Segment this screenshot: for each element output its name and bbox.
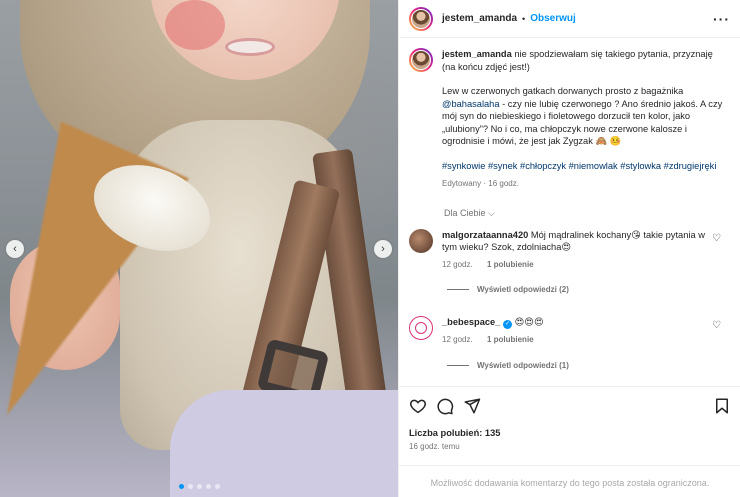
caption-mention-link[interactable]: @bahasalaha: [442, 99, 500, 109]
comment-time: 12 godz.: [442, 259, 473, 269]
bookmark-icon[interactable]: [713, 397, 731, 418]
comment-item: _bebespace_ ✓ 😍😍😍 12 godz. 1 polubienie …: [409, 316, 729, 347]
share-send-icon[interactable]: [463, 397, 481, 418]
caption-text: jestem_amanda nie spodziewałam się takie…: [442, 48, 727, 191]
commenter-username[interactable]: malgorzataanna420: [442, 230, 528, 240]
comment-filter-dropdown[interactable]: Dla Ciebie ⌵: [444, 208, 729, 219]
post-actions: Liczba polubień: 135 16 godz. temu: [399, 386, 740, 451]
image-blanket: [170, 390, 398, 497]
caption-username[interactable]: jestem_amanda: [442, 49, 512, 59]
comment-text: 😍😍😍: [514, 317, 544, 327]
commenter-avatar[interactable]: [409, 316, 433, 340]
verified-badge-icon: ✓: [503, 320, 512, 329]
view-replies-button[interactable]: Wyświetl odpowiedzi (2): [447, 285, 729, 294]
heart-icon[interactable]: ♡: [712, 320, 721, 331]
post-header: jestem_amanda • Obserwuj ···: [399, 0, 740, 38]
image-mouth: [225, 38, 275, 56]
heart-icon[interactable]: ♡: [712, 233, 721, 244]
slide-dot: [187, 484, 193, 489]
comment-bubble-icon[interactable]: [436, 397, 454, 418]
comment-likes[interactable]: 1 polubienie: [487, 335, 534, 344]
slide-indicator: [0, 484, 398, 489]
slide-dot-active: [178, 484, 184, 489]
slide-dot: [205, 484, 211, 489]
next-slide-button[interactable]: ›: [374, 240, 392, 258]
image-cheek: [165, 0, 225, 50]
post-side-panel: jestem_amanda • Obserwuj ··· jestem_aman…: [398, 0, 740, 497]
caption-edited: Edytowany · 16 godz.: [442, 179, 519, 188]
chevron-left-icon: ‹: [13, 242, 17, 255]
comments-section[interactable]: jestem_amanda nie spodziewałam się takie…: [399, 38, 740, 386]
comment-likes[interactable]: 1 polubienie: [487, 260, 534, 269]
slide-dot: [214, 484, 220, 489]
view-replies-button[interactable]: Wyświetl odpowiedzi (1): [447, 361, 729, 370]
commenter-username[interactable]: _bebespace_: [442, 317, 500, 327]
prev-slide-button[interactable]: ‹: [6, 240, 24, 258]
caption-hashtags[interactable]: #synkowie #synek #chłopczyk #niemowlak #…: [442, 160, 727, 173]
header-separator: •: [522, 13, 526, 24]
like-heart-icon[interactable]: [409, 397, 427, 418]
comment-item: malgorzataanna420 Mój mądralinek kochany…: [409, 228, 729, 272]
caption-line-2a: Lew w czerwonych gatkach dorwanych prost…: [442, 86, 684, 96]
comment-time: 12 godz.: [442, 335, 473, 344]
chevron-right-icon: ›: [381, 242, 385, 255]
likes-count[interactable]: Liczba polubień: 135: [409, 428, 731, 438]
commenter-avatar[interactable]: [409, 228, 433, 253]
caption: jestem_amanda nie spodziewałam się takie…: [409, 48, 729, 191]
caption-avatar[interactable]: [409, 48, 433, 72]
author-username[interactable]: jestem_amanda: [442, 13, 517, 24]
more-options-icon[interactable]: ···: [713, 11, 730, 27]
author-avatar[interactable]: [409, 6, 433, 31]
post-time: 16 godz. temu: [409, 442, 460, 451]
slide-dot: [196, 484, 202, 489]
post-image[interactable]: ‹ ›: [0, 0, 398, 497]
comments-restricted-notice: Możliwość dodawania komentarzy do tego p…: [399, 465, 740, 488]
follow-button[interactable]: Obserwuj: [530, 13, 576, 24]
